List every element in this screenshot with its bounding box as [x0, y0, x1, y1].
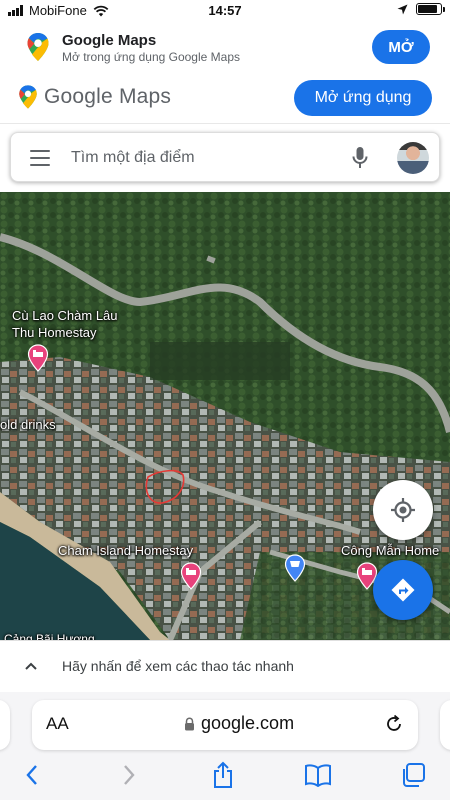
- forward-button[interactable]: [114, 760, 144, 790]
- quick-actions-bar[interactable]: Hãy nhấn để xem các thao tác nhanh: [0, 640, 450, 692]
- battery-level: [418, 5, 437, 13]
- url-display[interactable]: google.com: [184, 713, 294, 734]
- book-icon: [305, 764, 331, 787]
- tabs-button[interactable]: [398, 760, 428, 790]
- share-button[interactable]: [208, 760, 238, 790]
- map-label-cong-man: Công Mẫn Home: [341, 543, 440, 558]
- maps-header: Google Maps Mở ứng dụng: [0, 72, 450, 124]
- status-right: [397, 3, 445, 15]
- browser-toolbar: AA google.com: [0, 692, 450, 800]
- lock-icon: [185, 717, 194, 730]
- quick-actions-text: Hãy nhấn để xem các thao tác nhanh: [62, 658, 294, 674]
- tabs-icon: [403, 763, 425, 787]
- search-area: [0, 124, 450, 192]
- avatar[interactable]: [397, 142, 429, 174]
- my-location-button[interactable]: [373, 480, 433, 540]
- previous-tab-edge[interactable]: [0, 700, 10, 750]
- clock: 14:57: [208, 3, 242, 18]
- google-maps-logo-icon: [27, 33, 49, 61]
- my-location-icon: [391, 498, 415, 522]
- reader-aa-button[interactable]: AA: [46, 714, 69, 734]
- status-bar: MobiFone 14:57: [0, 0, 450, 22]
- microphone-icon[interactable]: [351, 146, 369, 170]
- map-label-cold-drinks: old drinks: [0, 417, 56, 432]
- search-input[interactable]: [71, 144, 341, 172]
- chevron-right-icon: [124, 765, 135, 785]
- reload-icon[interactable]: [384, 714, 404, 734]
- banner-app-subtitle: Mở trong ứng dụng Google Maps: [62, 50, 241, 64]
- hamburger-menu-icon[interactable]: [30, 150, 50, 166]
- browser-nav-row: [0, 756, 450, 796]
- search-box: [10, 132, 440, 182]
- bookmarks-button[interactable]: [303, 760, 333, 790]
- app-install-banner: Google Maps Mở trong ứng dụng Google Map…: [0, 22, 450, 72]
- header-logo-text: Google Maps: [44, 85, 172, 108]
- chevron-up-icon: [25, 662, 37, 670]
- lodging-pin-icon[interactable]: [180, 562, 202, 590]
- banner-open-button[interactable]: MỞ: [372, 30, 430, 64]
- location-arrow-icon: [397, 4, 408, 14]
- header-logo[interactable]: Google Maps: [18, 84, 171, 110]
- map-label-cham-island: Cham Island Homestay: [58, 543, 194, 558]
- address-bar[interactable]: AA google.com: [32, 700, 418, 750]
- maps-pin-logo-icon: [19, 85, 37, 109]
- battery-icon: [416, 3, 445, 15]
- map-label-cu-lao-line2: Thu Homestay: [12, 325, 97, 340]
- shopping-pin-icon[interactable]: [284, 554, 306, 582]
- map-label-cang-bai-huong: Cảng Bãi Hương: [4, 632, 95, 640]
- directions-button[interactable]: [373, 560, 433, 620]
- open-app-button[interactable]: Mở ứng dụng: [294, 80, 432, 116]
- back-button[interactable]: [17, 760, 47, 790]
- directions-icon: [391, 578, 415, 602]
- aa-label: AA: [46, 714, 69, 733]
- banner-app-title: Google Maps: [62, 32, 157, 49]
- chevron-left-icon: [26, 765, 37, 785]
- lodging-pin-icon[interactable]: [27, 344, 49, 372]
- map-view[interactable]: Cù Lao Chàm Lâu Thu Homestay old drinks …: [0, 192, 450, 640]
- share-icon: [214, 761, 232, 788]
- map-label-cu-lao-line1: Cù Lao Chàm Lâu: [12, 308, 118, 323]
- url-text: google.com: [201, 713, 295, 733]
- next-tab-edge[interactable]: [440, 700, 450, 750]
